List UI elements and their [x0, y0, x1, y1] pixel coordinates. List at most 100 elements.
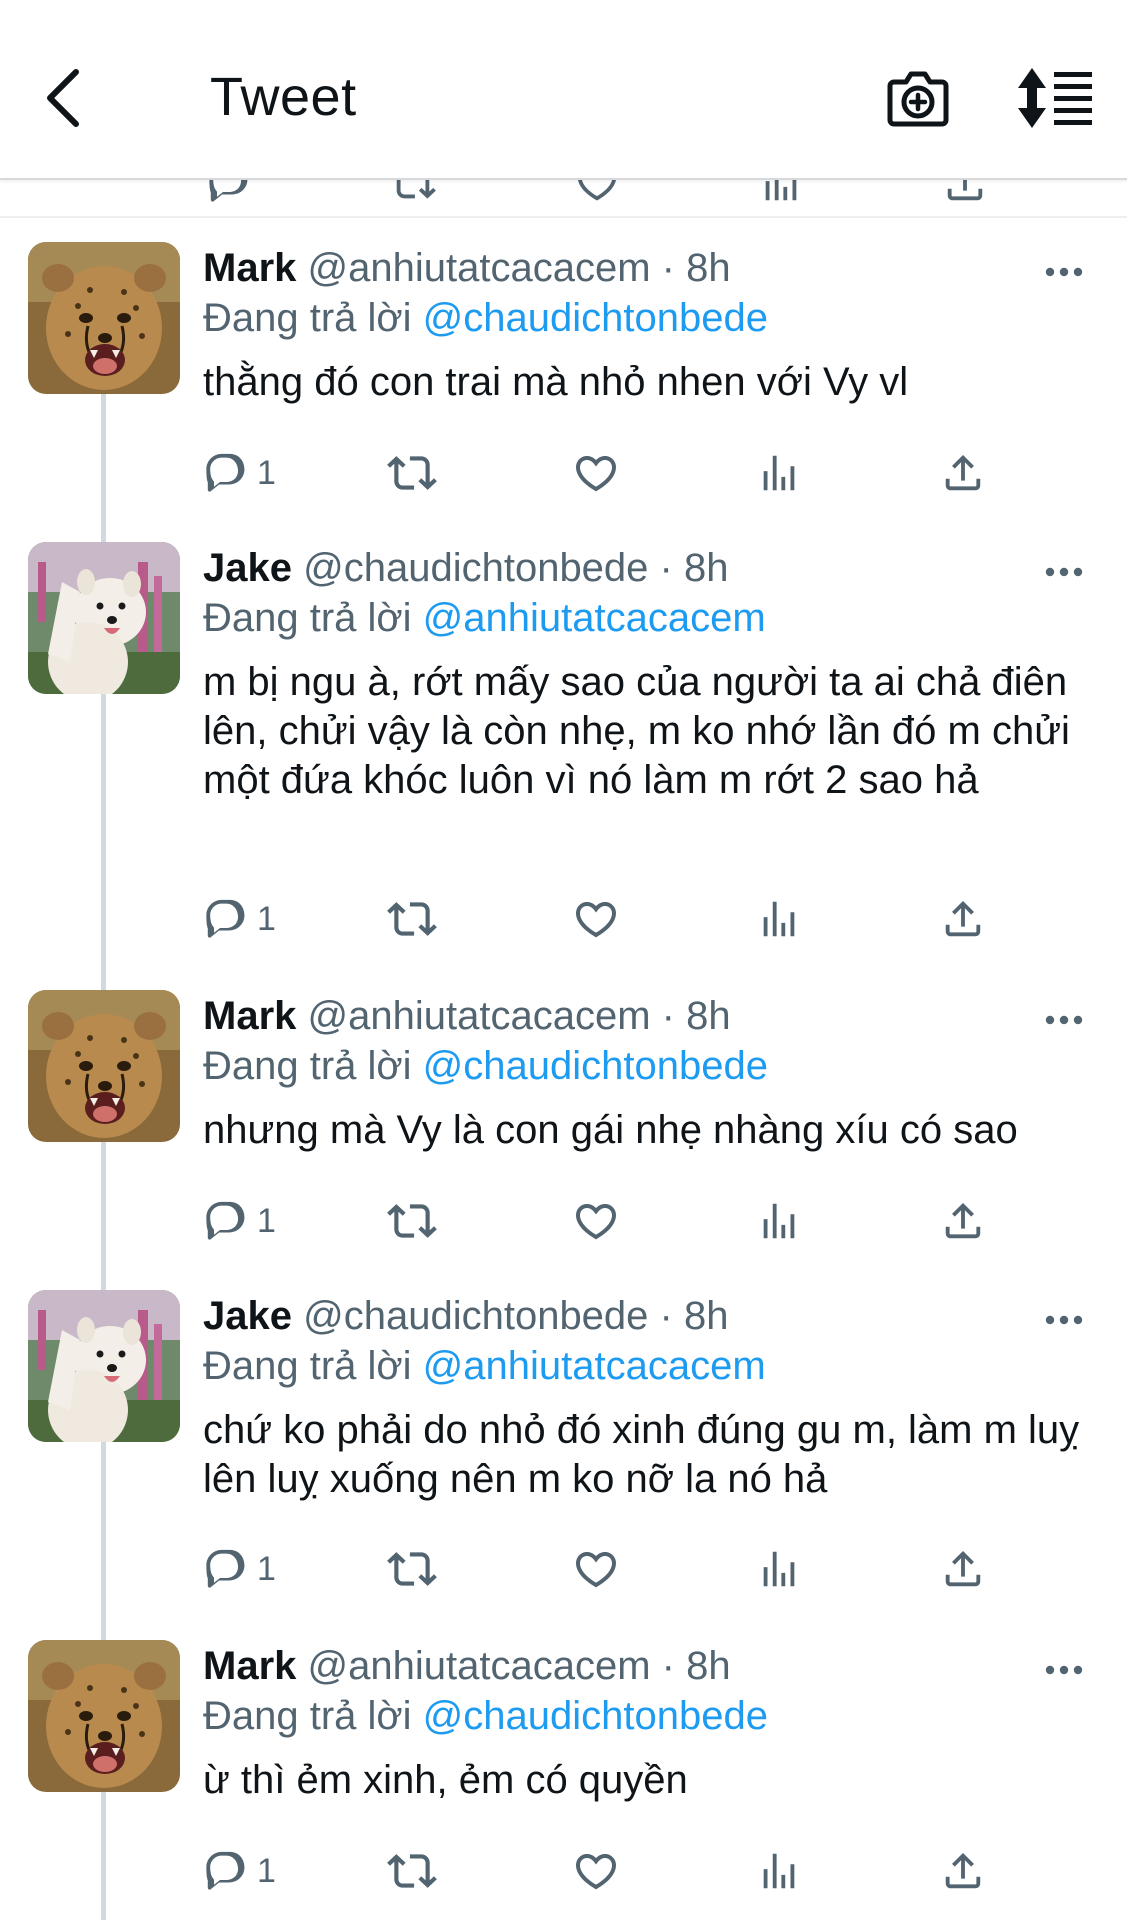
views-button[interactable]: [756, 1196, 802, 1246]
separator-dot: ·: [659, 1294, 673, 1338]
share-button[interactable]: [940, 1544, 986, 1594]
back-button[interactable]: [38, 62, 88, 134]
timestamp[interactable]: 8h: [686, 246, 731, 290]
timestamp[interactable]: 8h: [684, 1294, 729, 1338]
more-options-icon[interactable]: [1044, 1014, 1084, 1026]
samoyed-avatar: [28, 542, 180, 694]
views-button[interactable]: [756, 448, 802, 498]
replying-to-handle[interactable]: @chaudichtonbede: [423, 1044, 768, 1088]
page-title: Tweet: [210, 67, 357, 127]
display-name[interactable]: Jake: [203, 546, 292, 590]
previous-tweet-actions-peek: [0, 178, 1127, 218]
share-button[interactable]: [940, 448, 986, 498]
camera-button[interactable]: [884, 66, 952, 130]
replying-to-handle[interactable]: @chaudichtonbede: [423, 296, 768, 340]
timestamp[interactable]: 8h: [686, 994, 731, 1038]
reply-icon: [203, 1546, 249, 1592]
reply-button[interactable]: 1: [203, 1544, 276, 1594]
like-icon: [572, 1197, 620, 1245]
more-options-icon[interactable]: [1044, 566, 1084, 578]
replying-to: Đang trả lời @anhiutatcacacem: [203, 1344, 766, 1389]
avatar[interactable]: [28, 1640, 180, 1792]
camera-plus-icon: [884, 66, 952, 130]
share-button[interactable]: [940, 1846, 986, 1896]
tweet-actions: 1: [203, 894, 1103, 944]
display-name[interactable]: Mark: [203, 246, 296, 290]
avatar[interactable]: [28, 990, 180, 1142]
tweet-meta: Mark @anhiutatcacacem · 8h: [203, 246, 731, 291]
like-icon: [572, 1847, 620, 1895]
views-icon: [756, 896, 802, 942]
views-icon: [756, 1546, 802, 1592]
tweet-meta: Jake @chaudichtonbede · 8h: [203, 546, 729, 591]
replying-to-label: Đang trả lời: [203, 1344, 412, 1388]
more-options-icon[interactable]: [1044, 1664, 1084, 1676]
sort-list-icon: [1018, 66, 1092, 130]
reply-count: 1: [257, 1201, 276, 1240]
more-options-icon[interactable]: [1044, 266, 1084, 278]
like-button[interactable]: [572, 1196, 620, 1246]
replying-to-label: Đang trả lời: [203, 296, 412, 340]
retweet-button[interactable]: [387, 1196, 437, 1246]
like-button[interactable]: [572, 1544, 620, 1594]
sort-button[interactable]: [1018, 66, 1092, 130]
views-button[interactable]: [756, 894, 802, 944]
retweet-icon: [387, 894, 437, 944]
reply-count: 1: [257, 899, 276, 938]
thread-connector: [101, 1442, 106, 1640]
reply-button[interactable]: 1: [203, 1196, 276, 1246]
replying-to: Đang trả lời @chaudichtonbede: [203, 1044, 768, 1089]
replying-to-handle[interactable]: @chaudichtonbede: [423, 1694, 768, 1738]
timestamp[interactable]: 8h: [686, 1644, 731, 1688]
avatar[interactable]: [28, 542, 180, 694]
views-button[interactable]: [756, 1846, 802, 1896]
avatar[interactable]: [28, 1290, 180, 1442]
avatar[interactable]: [28, 242, 180, 394]
replying-to-handle[interactable]: @anhiutatcacacem: [423, 1344, 766, 1388]
retweet-button[interactable]: [387, 1544, 437, 1594]
username[interactable]: @anhiutatcacacem: [308, 246, 651, 290]
tweet-meta: Mark @anhiutatcacacem · 8h: [203, 994, 731, 1039]
username[interactable]: @chaudichtonbede: [303, 1294, 648, 1338]
retweet-icon: [387, 1846, 437, 1896]
views-icon: [758, 178, 804, 206]
username[interactable]: @chaudichtonbede: [303, 546, 648, 590]
views-button[interactable]: [756, 1544, 802, 1594]
display-name[interactable]: Jake: [203, 1294, 292, 1338]
share-icon: [942, 178, 988, 206]
separator-dot: ·: [661, 246, 675, 290]
display-name[interactable]: Mark: [203, 994, 296, 1038]
share-icon: [940, 896, 986, 942]
reply-icon: [203, 1848, 249, 1894]
share-icon: [940, 1546, 986, 1592]
like-button[interactable]: [572, 1846, 620, 1896]
reply-button[interactable]: 1: [203, 1846, 276, 1896]
like-button[interactable]: [572, 448, 620, 498]
top-nav-bar: Tweet: [0, 0, 1127, 180]
like-icon: [572, 449, 620, 497]
retweet-icon: [390, 178, 436, 206]
like-icon: [572, 895, 620, 943]
more-options-icon[interactable]: [1044, 1314, 1084, 1326]
username[interactable]: @anhiutatcacacem: [308, 994, 651, 1038]
share-icon: [940, 1198, 986, 1244]
retweet-icon: [387, 1196, 437, 1246]
retweet-button[interactable]: [387, 894, 437, 944]
reply-icon: [203, 896, 249, 942]
thread-connector: [101, 1792, 106, 1920]
retweet-button[interactable]: [387, 1846, 437, 1896]
display-name[interactable]: Mark: [203, 1644, 296, 1688]
share-button[interactable]: [940, 1196, 986, 1246]
tweet-meta: Jake @chaudichtonbede · 8h: [203, 1294, 729, 1339]
replying-to-handle[interactable]: @anhiutatcacacem: [423, 596, 766, 640]
timestamp[interactable]: 8h: [684, 546, 729, 590]
username[interactable]: @anhiutatcacacem: [308, 1644, 651, 1688]
share-button[interactable]: [940, 894, 986, 944]
samoyed-avatar: [28, 1290, 180, 1442]
retweet-button[interactable]: [387, 448, 437, 498]
reply-count: 1: [257, 453, 276, 492]
reply-button[interactable]: 1: [203, 448, 276, 498]
replying-to: Đang trả lời @chaudichtonbede: [203, 296, 768, 341]
reply-button[interactable]: 1: [203, 894, 276, 944]
like-button[interactable]: [572, 894, 620, 944]
